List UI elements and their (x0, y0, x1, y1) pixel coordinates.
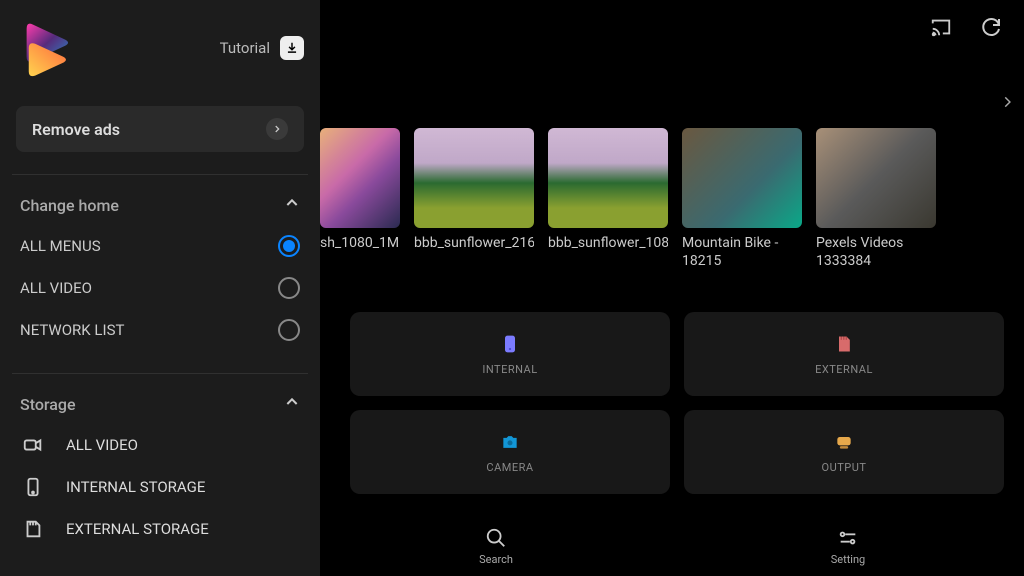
storage-tiles: INTERNAL EXTERNAL CAMERA OUTPUT (350, 312, 1004, 494)
video-card[interactable]: bbb_sunflower_2160p_60fps_nor (414, 128, 534, 270)
tile-label: CAMERA (486, 461, 533, 474)
phone-icon (20, 476, 46, 498)
camcorder-icon (20, 434, 46, 456)
video-card[interactable]: bbb_sunflower_1080p_60fps_ster (548, 128, 668, 270)
chevron-up-icon (284, 195, 300, 215)
tile-label: EXTERNAL (815, 363, 873, 376)
remove-ads-label: Remove ads (32, 120, 120, 139)
chevron-up-icon (284, 394, 300, 414)
radio-indicator (278, 235, 300, 257)
video-title: bbb_sunflower_2160p_60fps_nor (414, 234, 534, 252)
storage-all-video[interactable]: ALL VIDEO (12, 424, 308, 466)
tile-external[interactable]: EXTERNAL (684, 312, 1004, 396)
video-thumbnail (816, 128, 936, 228)
change-home-header[interactable]: Change home (12, 185, 308, 225)
video-thumbnail (320, 128, 400, 228)
download-icon (280, 36, 304, 60)
radio-all-video[interactable]: ALL VIDEO (12, 267, 308, 309)
video-title: Mountain Bike - 18215 (682, 234, 802, 270)
phone-tile-icon (499, 333, 521, 355)
sidebar: Tutorial Remove ads Change home ALL MENU… (0, 0, 320, 576)
tile-label: OUTPUT (822, 461, 867, 474)
storage-external[interactable]: EXTERNAL STORAGE (12, 508, 308, 550)
tile-camera[interactable]: CAMERA (350, 410, 670, 494)
refresh-icon[interactable] (978, 14, 1004, 40)
storage-label: EXTERNAL STORAGE (66, 520, 209, 538)
video-thumbnail (414, 128, 534, 228)
video-thumbnail (548, 128, 668, 228)
nav-label: Setting (831, 553, 866, 566)
search-icon (485, 527, 507, 549)
radio-indicator (278, 319, 300, 341)
camera-tile-icon (499, 431, 521, 453)
settings-icon (837, 527, 859, 549)
nav-settings[interactable]: Setting (672, 516, 1024, 576)
output-tile-icon (833, 431, 855, 453)
sidebar-top: Tutorial (12, 14, 308, 82)
chevron-right-icon (266, 118, 288, 140)
tile-output[interactable]: OUTPUT (684, 410, 1004, 494)
nav-label: Search (479, 553, 513, 566)
divider (12, 174, 308, 175)
storage-title: Storage (20, 395, 76, 414)
video-card[interactable]: Mountain Bike - 18215 (682, 128, 802, 270)
main-content: sh_1080_1MB bbb_sunflower_2160p_60fps_no… (320, 0, 1024, 576)
storage-internal[interactable]: INTERNAL STORAGE (12, 466, 308, 508)
tutorial-button[interactable]: Tutorial (220, 36, 304, 60)
sd-tile-icon (833, 333, 855, 355)
tile-internal[interactable]: INTERNAL (350, 312, 670, 396)
bottom-navbar: Search Setting (320, 516, 1024, 576)
video-row: sh_1080_1MB bbb_sunflower_2160p_60fps_no… (320, 128, 936, 270)
radio-all-menus[interactable]: ALL MENUS (12, 225, 308, 267)
divider (12, 373, 308, 374)
radio-network-list[interactable]: NETWORK LIST (12, 309, 308, 351)
remove-ads-button[interactable]: Remove ads (16, 106, 304, 152)
video-thumbnail (682, 128, 802, 228)
tile-label: INTERNAL (482, 363, 537, 376)
top-icons (928, 14, 1004, 40)
app-logo (16, 14, 84, 82)
nav-search[interactable]: Search (320, 516, 672, 576)
radio-label: ALL VIDEO (20, 279, 92, 297)
radio-indicator (278, 277, 300, 299)
cast-icon[interactable] (928, 14, 954, 40)
video-title: Pexels Videos 1333384 (816, 234, 936, 270)
change-home-title: Change home (20, 196, 119, 215)
video-card[interactable]: sh_1080_1MB (320, 128, 400, 270)
sd-icon (20, 518, 46, 540)
scroll-right-icon[interactable] (1000, 92, 1014, 117)
storage-label: INTERNAL STORAGE (66, 478, 205, 496)
video-title: sh_1080_1MB (320, 234, 400, 252)
video-card[interactable]: Pexels Videos 1333384 (816, 128, 936, 270)
tutorial-label: Tutorial (220, 39, 270, 57)
radio-label: ALL MENUS (20, 237, 101, 255)
video-title: bbb_sunflower_1080p_60fps_ster (548, 234, 668, 252)
radio-label: NETWORK LIST (20, 321, 124, 339)
storage-header[interactable]: Storage (12, 384, 308, 424)
storage-label: ALL VIDEO (66, 436, 138, 454)
